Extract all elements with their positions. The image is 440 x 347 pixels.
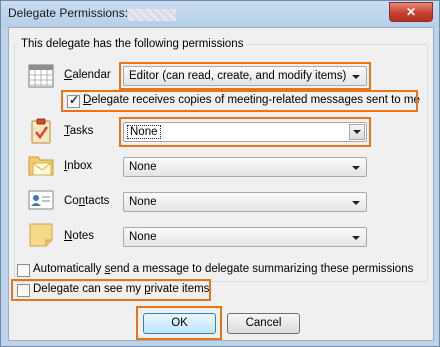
chevron-down-icon <box>353 130 361 134</box>
inbox-permission-dropdown[interactable]: None <box>123 157 367 177</box>
contacts-permission-dropdown[interactable]: None <box>123 192 367 212</box>
private-items-checkbox[interactable] <box>17 284 30 297</box>
chevron-down-icon <box>352 75 360 79</box>
meeting-copies-label: Delegate receives copies of meeting-rela… <box>83 94 420 106</box>
permissions-group-label: This delegate has the following permissi… <box>18 38 247 50</box>
close-button[interactable]: ✕ <box>389 2 433 22</box>
chevron-down-icon <box>352 201 360 205</box>
chevron-down-icon <box>352 166 360 170</box>
delegate-permissions-dialog: Delegate Permissions: ✕ This delegate ha… <box>0 0 440 347</box>
calendar-permission-value: Editor (can read, create, and modify ite… <box>129 70 347 82</box>
dropdown-button[interactable] <box>349 124 365 140</box>
contacts-label: Contacts <box>64 195 110 207</box>
ok-button[interactable]: OK <box>143 313 216 334</box>
chevron-down-icon <box>352 236 360 240</box>
inbox-label: Inbox <box>64 160 93 172</box>
tasks-clipboard-icon <box>31 118 51 144</box>
notes-permission-dropdown[interactable]: None <box>123 227 367 247</box>
calendar-icon <box>28 64 54 88</box>
tasks-permission-value: None <box>127 125 161 139</box>
notes-label: Notes <box>64 230 95 242</box>
checkmark-icon: ✓ <box>69 93 80 107</box>
redacted-delegate-name <box>128 9 176 21</box>
inbox-folder-icon <box>28 156 54 176</box>
cancel-button[interactable]: Cancel <box>227 313 300 334</box>
title-bar[interactable]: Delegate Permissions: ✕ <box>1 1 439 27</box>
notes-icon <box>29 223 53 247</box>
auto-send-summary-checkbox[interactable] <box>17 264 30 277</box>
dialog-body: This delegate has the following permissi… <box>8 27 434 341</box>
calendar-permission-dropdown[interactable]: Editor (can read, create, and modify ite… <box>123 66 367 86</box>
tasks-label: Tasks <box>64 125 94 137</box>
tasks-permission-dropdown[interactable]: None <box>123 122 367 142</box>
private-items-label: Delegate can see my private items <box>33 283 210 295</box>
contacts-permission-value: None <box>129 196 157 208</box>
auto-send-summary-label: Automatically send a message to delegate… <box>33 263 414 275</box>
dialog-title: Delegate Permissions: <box>8 6 129 20</box>
meeting-copies-checkbox[interactable]: ✓ <box>67 93 80 108</box>
calendar-label: Calendar <box>64 69 111 81</box>
inbox-permission-value: None <box>129 161 157 173</box>
contacts-card-icon <box>28 190 54 210</box>
notes-permission-value: None <box>129 231 157 243</box>
